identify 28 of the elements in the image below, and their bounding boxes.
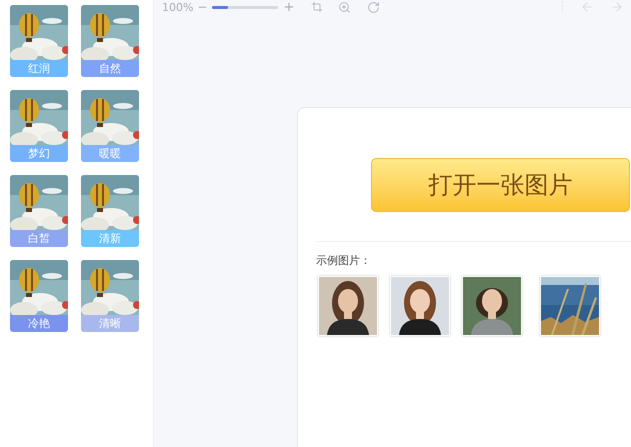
- filter-thumbnail[interactable]: 清新: [81, 175, 139, 247]
- sample-label: 示例图片：: [316, 255, 372, 266]
- filter-label: 清晰: [81, 315, 139, 332]
- zoom-icon[interactable]: [338, 0, 352, 14]
- filter-label: 梦幻: [10, 145, 68, 162]
- sample-image[interactable]: [390, 276, 450, 336]
- filter-thumbnail[interactable]: 梦幻: [10, 90, 68, 162]
- filter-label: 自然: [81, 60, 139, 77]
- filter-thumbnail[interactable]: 冷艳: [10, 260, 68, 332]
- filter-thumbnail[interactable]: 暖暖: [81, 90, 139, 162]
- open-image-button[interactable]: 打开一张图片: [371, 158, 630, 212]
- zoom-out-button[interactable]: −: [197, 1, 208, 13]
- filter-label: 冷艳: [10, 315, 68, 332]
- zoom-percent: 100%: [162, 2, 194, 12]
- filter-thumbnail[interactable]: 白皙: [10, 175, 68, 247]
- filter-thumbnail[interactable]: 红润: [10, 5, 68, 77]
- filter-thumbnail[interactable]: 清晰: [81, 260, 139, 332]
- sample-image[interactable]: [318, 276, 378, 336]
- sample-image[interactable]: [540, 276, 600, 336]
- sample-image[interactable]: [462, 276, 522, 336]
- crop-icon[interactable]: [311, 1, 324, 13]
- filter-thumbnail[interactable]: 自然: [81, 5, 139, 77]
- filter-label: 清新: [81, 230, 139, 247]
- filter-label: 暖暖: [81, 145, 139, 162]
- filter-label: 白皙: [10, 230, 68, 247]
- filter-label: 红润: [10, 60, 68, 77]
- zoom-in-button[interactable]: +: [284, 0, 294, 14]
- rotate-icon[interactable]: [367, 0, 380, 14]
